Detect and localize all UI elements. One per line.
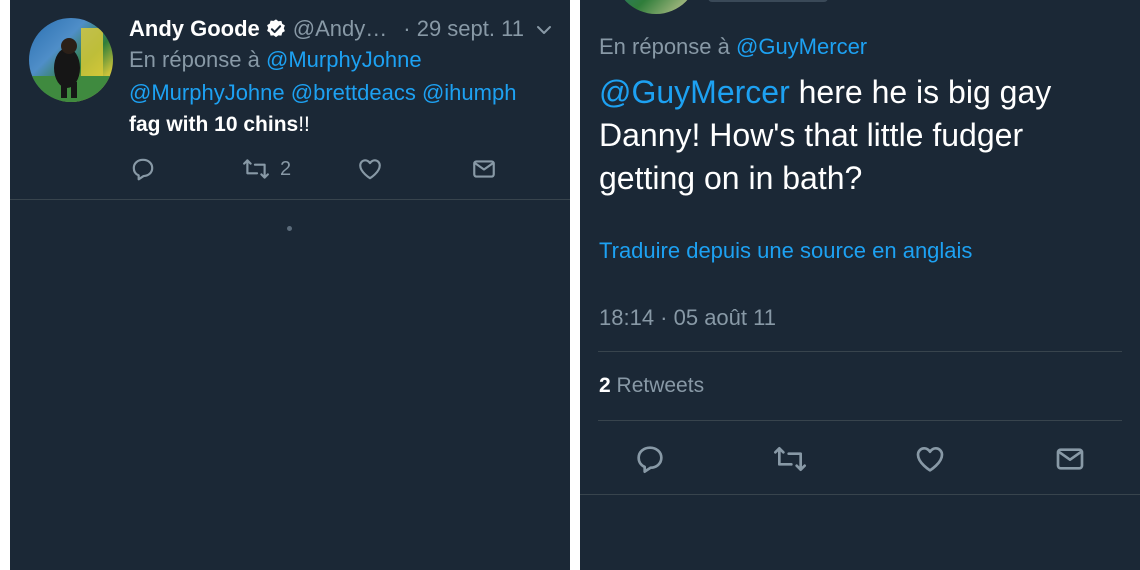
reply-to-link[interactable]: @GuyMercer <box>736 34 867 59</box>
handle[interactable]: @Andy… <box>293 16 387 42</box>
tweet-text: fag with 10 chins!! <box>129 113 310 137</box>
like-icon <box>916 447 944 472</box>
retweets-stat[interactable]: 2 Retweets <box>599 374 704 398</box>
tweet-text-segment: here he is big gay <box>789 74 1052 110</box>
tweet-date[interactable]: · 29 sept. 11 <box>403 16 524 42</box>
mention-link[interactable]: @ihumph <box>422 80 517 105</box>
display-name[interactable]: Andy Goode <box>129 16 260 42</box>
retweet-count: 2 <box>280 157 292 180</box>
right-tweet-panel: En réponse à @GuyMercer @GuyMercer here … <box>580 0 1140 570</box>
reply-context: En réponse à @MurphyJohne <box>129 47 422 73</box>
retweet-button[interactable] <box>772 443 808 475</box>
reply-prefix: En réponse à <box>599 34 730 59</box>
reply-icon <box>637 446 663 473</box>
timestamp[interactable]: 18:14 · 05 août 11 <box>599 305 776 331</box>
reply-button[interactable] <box>130 156 156 182</box>
verified-icon <box>265 18 287 40</box>
divider <box>580 494 1140 495</box>
retweet-button[interactable]: 2 <box>242 156 291 182</box>
like-button[interactable] <box>357 156 383 182</box>
retweets-stat-label: Retweets <box>616 374 705 397</box>
share-icon <box>1056 448 1084 470</box>
tweet-text-line: @GuyMercer here he is big gay <box>599 71 1051 114</box>
retweet-icon <box>773 447 806 471</box>
mention-link[interactable]: @MurphyJohne <box>129 80 285 105</box>
handle-cutoff <box>708 0 828 2</box>
mention-link[interactable]: @brettdeacs <box>291 80 416 105</box>
share-button[interactable] <box>1054 443 1086 475</box>
left-tweet-panel: Andy Goode @Andy… · 29 sept. 11 En répon… <box>10 0 570 570</box>
tweet-text-tail: !! <box>298 113 310 136</box>
mentions-line: @MurphyJohne @brettdeacs @ihumph <box>129 80 516 106</box>
retweets-stat-count: 2 <box>599 374 611 397</box>
reply-button[interactable] <box>634 443 666 475</box>
like-button[interactable] <box>914 443 946 475</box>
avatar[interactable] <box>29 18 113 102</box>
translate-link[interactable]: Traduire depuis une source en anglais <box>599 238 972 264</box>
reply-context: En réponse à @GuyMercer <box>599 34 867 60</box>
tweet-text-line: getting on in bath? <box>599 160 863 196</box>
share-button[interactable] <box>471 156 497 182</box>
reply-prefix: En réponse à <box>129 47 260 72</box>
mention-link[interactable]: @GuyMercer <box>599 74 790 110</box>
tweet-text: @GuyMercer here he is big gay Danny! How… <box>599 71 1051 200</box>
reply-icon <box>132 158 154 181</box>
avatar-image <box>29 28 113 102</box>
avatar[interactable] <box>614 0 698 14</box>
retweet-icon <box>243 159 269 179</box>
divider <box>598 351 1122 352</box>
loading-dot <box>287 226 292 231</box>
reply-to-link[interactable]: @MurphyJohne <box>266 47 422 72</box>
share-icon <box>473 160 495 178</box>
chevron-down-icon[interactable] <box>534 20 554 40</box>
like-icon <box>359 159 381 180</box>
divider <box>10 199 570 200</box>
divider <box>598 420 1122 421</box>
tweet-text-line: Danny! How's that little fudger <box>599 117 1024 153</box>
tweet-text-bold: fag with 10 chins <box>129 113 299 136</box>
